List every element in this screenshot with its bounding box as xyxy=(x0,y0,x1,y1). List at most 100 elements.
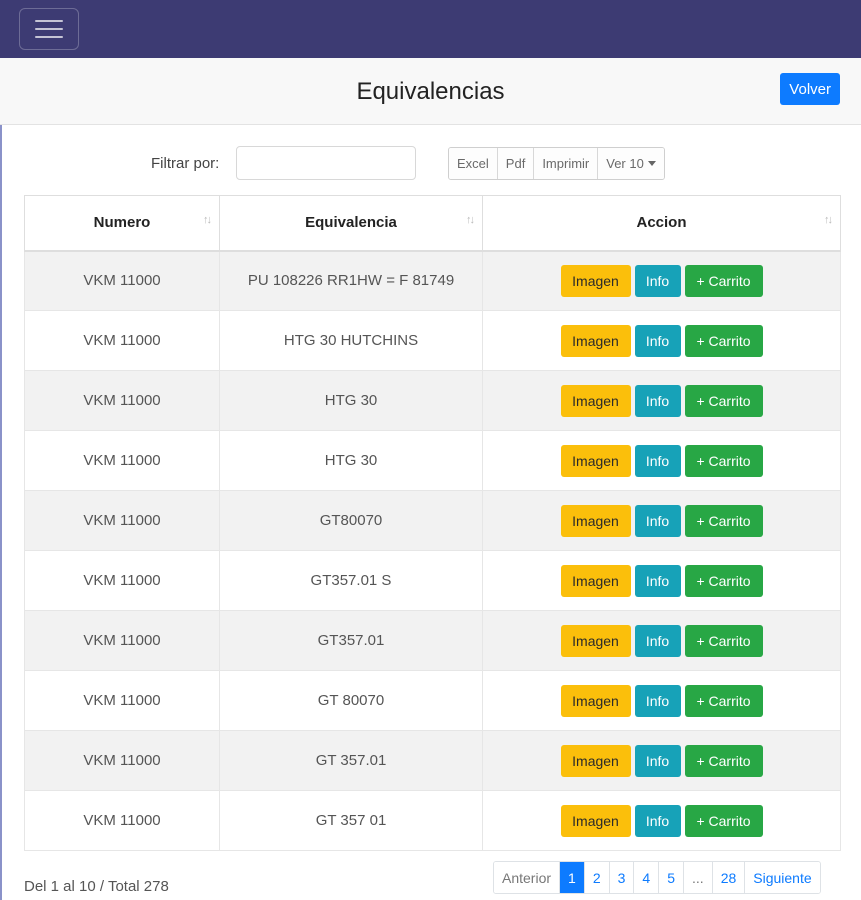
pdf-button[interactable]: Pdf xyxy=(497,148,535,179)
filter-input[interactable] xyxy=(236,146,416,180)
cell-equivalencia: GT80070 xyxy=(219,490,483,551)
cell-equivalencia: GT 357.01 xyxy=(219,730,483,791)
page-title: Equivalencias xyxy=(356,77,505,105)
cell-actions: Imagen Info + Carrito xyxy=(482,370,841,431)
pagination-next[interactable]: Siguiente xyxy=(745,862,820,893)
cell-numero: VKM 11000 xyxy=(24,310,220,371)
back-button[interactable]: Volver xyxy=(780,73,840,105)
page-size-dropdown[interactable]: Ver 10 xyxy=(598,148,664,179)
info-button[interactable]: Info xyxy=(634,744,681,777)
add-to-cart-button[interactable]: + Carrito xyxy=(684,804,763,837)
pagination: Anterior 1 2 3 4 5 ... 28 Siguiente xyxy=(493,861,821,894)
cell-equivalencia: GT357.01 S xyxy=(219,550,483,611)
info-button[interactable]: Info xyxy=(634,624,681,657)
excel-button[interactable]: Excel xyxy=(449,148,498,179)
equivalencias-table: Numero ↑↓ Equivalencia ↑↓ Accion ↑↓ VKM … xyxy=(24,195,841,851)
image-button[interactable]: Imagen xyxy=(560,804,631,837)
cell-equivalencia: GT357.01 xyxy=(219,610,483,671)
add-to-cart-button[interactable]: + Carrito xyxy=(684,264,763,297)
image-button[interactable]: Imagen xyxy=(560,624,631,657)
cell-numero: VKM 11000 xyxy=(24,250,220,311)
cell-numero: VKM 11000 xyxy=(24,610,220,671)
table-summary: Del 1 al 10 / Total 278 xyxy=(24,878,169,895)
chevron-down-icon xyxy=(647,161,656,166)
add-to-cart-button[interactable]: + Carrito xyxy=(684,444,763,477)
add-to-cart-button[interactable]: + Carrito xyxy=(684,384,763,417)
pagination-page-1[interactable]: 1 xyxy=(560,862,585,893)
image-button[interactable]: Imagen xyxy=(560,504,631,537)
equivalencias-table-container: Numero ↑↓ Equivalencia ↑↓ Accion ↑↓ VKM … xyxy=(24,195,841,851)
table-header-row: Numero ↑↓ Equivalencia ↑↓ Accion ↑↓ xyxy=(24,195,841,252)
image-button[interactable]: Imagen xyxy=(560,324,631,357)
add-to-cart-button[interactable]: + Carrito xyxy=(684,744,763,777)
info-button[interactable]: Info xyxy=(634,324,681,357)
cell-equivalencia: HTG 30 xyxy=(219,430,483,491)
info-button[interactable]: Info xyxy=(634,804,681,837)
add-to-cart-button[interactable]: + Carrito xyxy=(684,684,763,717)
cell-equivalencia: HTG 30 xyxy=(219,370,483,431)
pagination-page-3[interactable]: 3 xyxy=(609,862,635,893)
table-row: VKM 11000 HTG 30 Imagen Info + Carrito xyxy=(24,430,841,491)
table-row: VKM 11000 GT80070 Imagen Info + Carrito xyxy=(24,490,841,551)
cell-actions: Imagen Info + Carrito xyxy=(482,730,841,791)
cell-equivalencia: GT 80070 xyxy=(219,670,483,731)
image-button[interactable]: Imagen xyxy=(560,444,631,477)
info-button[interactable]: Info xyxy=(634,504,681,537)
cell-numero: VKM 11000 xyxy=(24,730,220,791)
pagination-page-2[interactable]: 2 xyxy=(584,862,610,893)
table-row: VKM 11000 GT357.01 S Imagen Info + Carri… xyxy=(24,550,841,611)
table-row: VKM 11000 GT 80070 Imagen Info + Carrito xyxy=(24,670,841,731)
hamburger-menu-icon[interactable] xyxy=(19,8,79,50)
pagination-page-5[interactable]: 5 xyxy=(659,862,685,893)
image-button[interactable]: Imagen xyxy=(560,684,631,717)
info-button[interactable]: Info xyxy=(634,264,681,297)
export-button-group: Excel Pdf Imprimir Ver 10 xyxy=(448,147,665,180)
column-header-label: Equivalencia xyxy=(305,214,397,232)
sort-icon: ↑↓ xyxy=(203,214,212,226)
pagination-previous[interactable]: Anterior xyxy=(494,862,561,893)
cell-numero: VKM 11000 xyxy=(24,430,220,491)
cell-actions: Imagen Info + Carrito xyxy=(482,610,841,671)
page-header: Equivalencias Volver xyxy=(0,58,861,125)
image-button[interactable]: Imagen xyxy=(560,744,631,777)
cell-numero: VKM 11000 xyxy=(24,490,220,551)
image-button[interactable]: Imagen xyxy=(560,384,631,417)
top-navbar xyxy=(0,0,861,58)
column-header-label: Numero xyxy=(93,214,151,232)
info-button[interactable]: Info xyxy=(634,564,681,597)
column-header-numero[interactable]: Numero ↑↓ xyxy=(24,195,220,252)
add-to-cart-button[interactable]: + Carrito xyxy=(684,564,763,597)
image-button[interactable]: Imagen xyxy=(560,564,631,597)
page-size-label: Ver 10 xyxy=(606,156,644,171)
column-header-equivalencia[interactable]: Equivalencia ↑↓ xyxy=(219,195,483,252)
cell-actions: Imagen Info + Carrito xyxy=(482,430,841,491)
image-button[interactable]: Imagen xyxy=(560,264,631,297)
table-row: VKM 11000 GT 357 01 Imagen Info + Carrit… xyxy=(24,790,841,851)
cell-actions: Imagen Info + Carrito xyxy=(482,490,841,551)
cell-actions: Imagen Info + Carrito xyxy=(482,250,841,311)
table-body: VKM 11000 PU 108226 RR1HW = F 81749 Imag… xyxy=(24,250,841,851)
sort-icon: ↑↓ xyxy=(824,214,833,226)
info-button[interactable]: Info xyxy=(634,384,681,417)
add-to-cart-button[interactable]: + Carrito xyxy=(684,624,763,657)
cell-equivalencia: GT 357 01 xyxy=(219,790,483,851)
cell-actions: Imagen Info + Carrito xyxy=(482,790,841,851)
sort-icon: ↑↓ xyxy=(466,214,475,226)
cell-equivalencia: HTG 30 HUTCHINS xyxy=(219,310,483,371)
table-row: VKM 11000 HTG 30 Imagen Info + Carrito xyxy=(24,370,841,431)
cell-actions: Imagen Info + Carrito xyxy=(482,310,841,371)
info-button[interactable]: Info xyxy=(634,444,681,477)
print-button[interactable]: Imprimir xyxy=(534,148,599,179)
cell-actions: Imagen Info + Carrito xyxy=(482,550,841,611)
table-row: VKM 11000 GT 357.01 Imagen Info + Carrit… xyxy=(24,730,841,791)
add-to-cart-button[interactable]: + Carrito xyxy=(684,504,763,537)
pagination-page-28[interactable]: 28 xyxy=(712,862,746,893)
cell-equivalencia: PU 108226 RR1HW = F 81749 xyxy=(219,250,483,311)
table-controls: Filtrar por: Excel Pdf Imprimir Ver 10 xyxy=(0,125,861,195)
info-button[interactable]: Info xyxy=(634,684,681,717)
cell-numero: VKM 11000 xyxy=(24,790,220,851)
pagination-page-4[interactable]: 4 xyxy=(634,862,660,893)
add-to-cart-button[interactable]: + Carrito xyxy=(684,324,763,357)
table-row: VKM 11000 PU 108226 RR1HW = F 81749 Imag… xyxy=(24,250,841,311)
column-header-accion[interactable]: Accion ↑↓ xyxy=(482,195,841,252)
